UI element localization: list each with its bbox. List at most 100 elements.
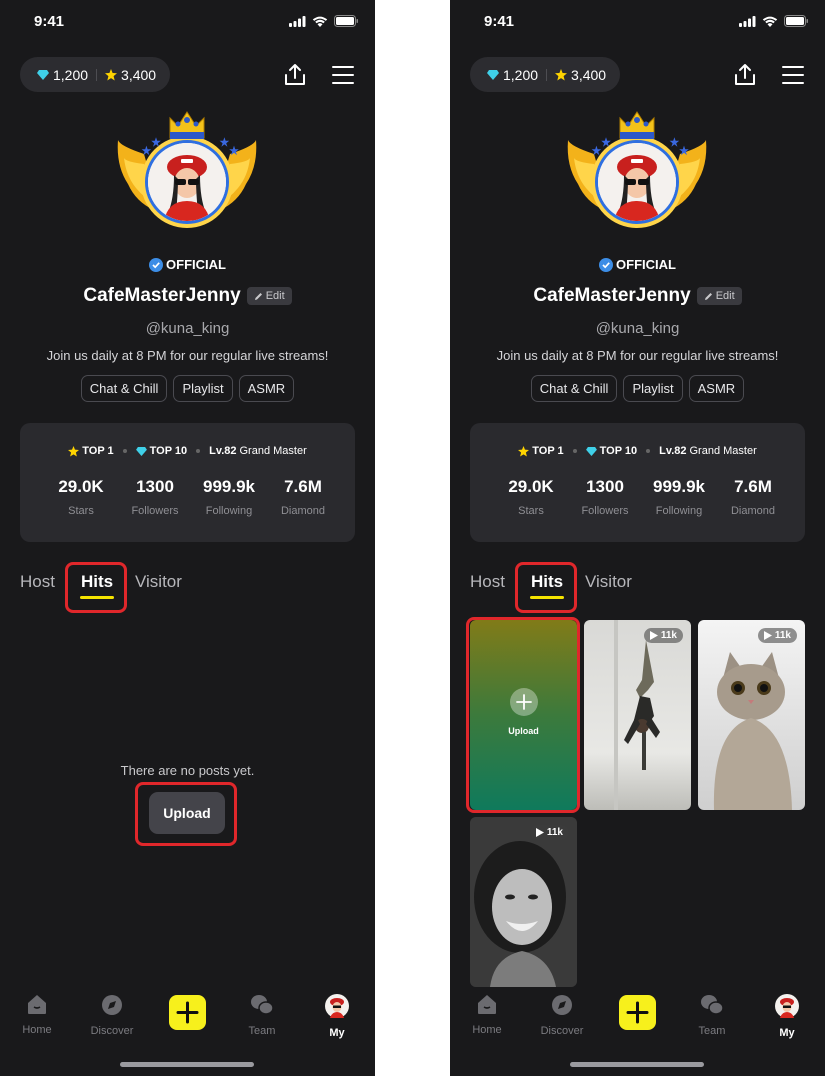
star-balance: 3,400 [555, 67, 606, 83]
signal-icon [289, 15, 306, 27]
menu-icon[interactable] [780, 62, 806, 88]
level-rank[interactable]: Lv.82 Grand Master [659, 445, 757, 457]
diamond-rank[interactable]: TOP 10 [135, 445, 188, 457]
tag-chip[interactable]: Playlist [173, 375, 233, 402]
cat-image [713, 652, 792, 810]
stat-followers[interactable]: 1300 Followers [115, 477, 195, 517]
compass-icon [552, 995, 572, 1015]
level-value: Lv.82 [209, 445, 237, 457]
stat-stars[interactable]: 29.0K Stars [41, 477, 121, 517]
avatar-portrait [148, 143, 226, 221]
separator-dot [196, 449, 201, 453]
stat-label: Stars [518, 505, 544, 517]
level-rank[interactable]: Lv.82 Grand Master [209, 445, 307, 457]
stat-value: 1300 [586, 477, 624, 496]
stat-following[interactable]: 999.9k Following [639, 477, 719, 517]
name-row: CafeMasterJenny Edit [0, 285, 375, 307]
diamond-amount: 1,200 [503, 66, 539, 83]
status-time: 9:41 [484, 13, 515, 30]
nav-discover[interactable]: Discover [532, 994, 592, 1037]
profile-handle: @kuna_king [145, 320, 230, 337]
verified-icon [599, 257, 614, 272]
nav-my[interactable]: My [307, 994, 367, 1039]
diamond-icon [135, 446, 147, 456]
edit-profile-button[interactable]: Edit [246, 287, 292, 305]
star-rank[interactable]: TOP 1 [68, 445, 114, 457]
plus-icon [626, 1001, 649, 1024]
separator-dot [572, 449, 577, 453]
create-post-button[interactable] [169, 995, 206, 1030]
stat-value: 1300 [136, 477, 174, 496]
tag-chip[interactable]: ASMR [688, 375, 745, 402]
profile-name: CafeMasterJenny [533, 285, 691, 306]
star-rank-label: TOP 1 [82, 445, 114, 457]
nav-home[interactable]: Home [457, 994, 517, 1036]
home-icon [478, 995, 496, 1014]
share-icon[interactable] [732, 62, 758, 88]
video-thumbnail[interactable]: 11k [470, 817, 577, 987]
diamond-icon [585, 446, 597, 456]
stat-value: 7.6M [734, 477, 772, 496]
tab-host[interactable]: Host [470, 572, 505, 592]
stat-stars[interactable]: 29.0K Stars [491, 477, 571, 517]
share-icon[interactable] [282, 62, 308, 88]
tab-visitor[interactable]: Visitor [585, 572, 632, 592]
avatar [145, 140, 229, 224]
nav-label: My [779, 1027, 795, 1039]
view-count: 11k [643, 628, 683, 643]
diamond-icon [37, 69, 49, 80]
wallet-balance[interactable]: 1,200 3,400 [20, 57, 170, 92]
highlight-box [515, 562, 577, 613]
stat-value: 29.0K [58, 477, 104, 496]
stat-diamond[interactable]: 7.6M Diamond [713, 477, 793, 517]
diamond-rank[interactable]: TOP 10 [585, 445, 637, 457]
nav-team[interactable]: Team [682, 994, 742, 1037]
video-thumbnail[interactable]: 11k [698, 620, 805, 810]
stat-label: Following [655, 505, 703, 517]
wallet-balance[interactable]: 1,200 3,400 [470, 57, 620, 92]
tab-host[interactable]: Host [20, 572, 55, 592]
stat-following[interactable]: 999.9k Following [189, 477, 269, 517]
verified-icon [149, 257, 164, 272]
edit-profile-button[interactable]: Edit [696, 287, 742, 305]
highlight-box [466, 617, 580, 813]
stat-label: Diamond [280, 505, 326, 517]
nav-label: My [329, 1027, 345, 1039]
nav-label: Team [698, 1025, 726, 1037]
view-count-value: 11k [774, 630, 791, 641]
tag-chip[interactable]: Chat & Chill [80, 375, 168, 402]
screen-hits-grid: 9:41 1,200 3,400 OFFICIAL CafeMasterJenn… [450, 0, 825, 1076]
nav-my[interactable]: My [757, 994, 817, 1039]
tag-chip[interactable]: Playlist [623, 375, 683, 402]
diamond-rank-label: TOP 10 [149, 445, 188, 457]
stat-followers[interactable]: 1300 Followers [565, 477, 645, 517]
wifi-icon [762, 16, 778, 27]
stat-value: 999.9k [203, 477, 255, 496]
profile-avatar-badge[interactable] [114, 106, 260, 232]
tag-chip[interactable]: ASMR [238, 375, 295, 402]
nav-home[interactable]: Home [7, 994, 67, 1036]
stat-value: 7.6M [284, 477, 322, 496]
create-post-button[interactable] [619, 995, 656, 1030]
stat-diamond[interactable]: 7.6M Diamond [263, 477, 343, 517]
star-icon [68, 445, 80, 457]
stat-value: 999.9k [653, 477, 705, 496]
diamond-balance: 1,200 [487, 67, 538, 83]
star-icon [555, 68, 568, 80]
name-row: CafeMasterJenny Edit [450, 285, 825, 307]
profile-avatar-badge[interactable] [564, 106, 710, 232]
edit-label: Edit [265, 290, 285, 302]
nav-team[interactable]: Team [232, 994, 292, 1037]
nav-discover[interactable]: Discover [82, 994, 142, 1037]
tab-visitor[interactable]: Visitor [135, 572, 182, 592]
status-icons [289, 15, 359, 27]
tag-chip[interactable]: Chat & Chill [530, 375, 618, 402]
level-title: Grand Master [239, 445, 307, 457]
video-thumbnail[interactable]: 11k [584, 620, 691, 810]
pencil-icon [254, 292, 262, 300]
star-icon [105, 68, 118, 80]
menu-icon[interactable] [330, 62, 356, 88]
star-rank[interactable]: TOP 1 [518, 445, 564, 457]
star-amount: 3,400 [571, 66, 607, 83]
status-bar: 9:41 [0, 0, 375, 44]
